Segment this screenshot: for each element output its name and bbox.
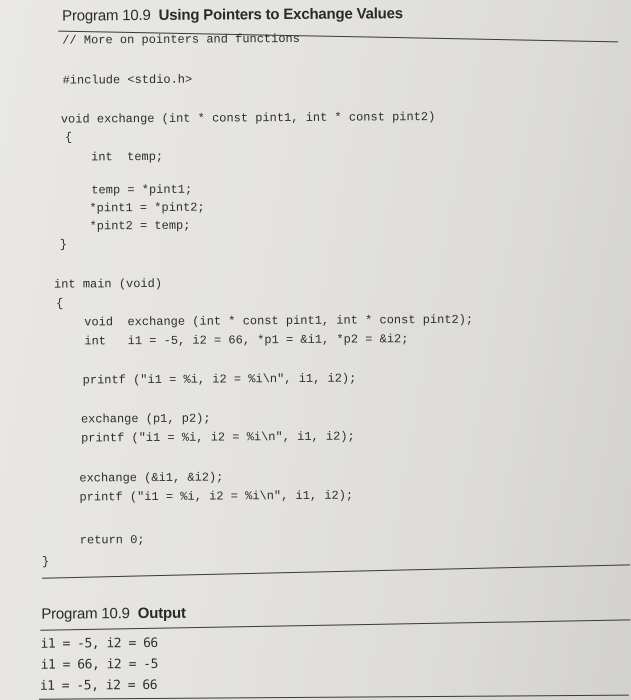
output-title: Output xyxy=(137,604,186,623)
code-open-brace-1: { xyxy=(64,130,73,145)
code-printf-1: printf ("i1 = %i, i2 = %i\n", i1, i2); xyxy=(82,371,357,388)
code-stmt-3: *pint2 = temp; xyxy=(89,218,191,234)
code-include: #include <stdio.h> xyxy=(62,72,193,88)
program-label: Program 10.9 xyxy=(62,6,151,25)
code-return: return 0; xyxy=(79,533,145,548)
output-line-3: i1 = -5, i2 = 66 xyxy=(39,677,158,694)
code-call-1: exchange (p1, p2); xyxy=(80,411,211,427)
program-heading: Program 10.9 Using Pointers to Exchange V… xyxy=(62,5,403,24)
code-printf-3: printf ("i1 = %i, i2 = %i\n", i1, i2); xyxy=(79,488,354,505)
code-call-2: exchange (&i1, &i2); xyxy=(79,470,224,486)
code-stmt-2: *pint1 = *pint2; xyxy=(89,200,205,216)
code-main-signature: int main (void) xyxy=(53,276,163,292)
program-title: Using Pointers to Exchange Values xyxy=(158,5,403,24)
code-prototype: void exchange (int * const pint1, int * … xyxy=(84,312,474,330)
code-printf-2: printf ("i1 = %i, i2 = %i\n", i1, i2); xyxy=(81,429,355,446)
code-close-brace-2: } xyxy=(41,554,50,569)
code-open-brace-2: { xyxy=(56,296,64,311)
code-func-signature: void exchange (int * const pint1, int * … xyxy=(60,109,436,127)
output-heading: Program 10.9 Output xyxy=(41,605,186,623)
code-declarations: int i1 = -5, i2 = 66, *p1 = &i1, *p2 = &… xyxy=(84,332,409,349)
code-decl-temp: int temp; xyxy=(91,149,164,165)
code-stmt-1: temp = *pint1; xyxy=(91,182,193,198)
code-end-rule xyxy=(42,564,630,579)
output-label: Program 10.9 xyxy=(41,605,130,623)
textbook-page: Program 10.9 Using Pointers to Exchange V… xyxy=(0,0,631,700)
code-comment: // More on pointers and functions xyxy=(62,31,300,48)
output-line-1: i1 = -5, i2 = 66 xyxy=(40,635,158,652)
output-line-2: i1 = 66, i2 = -5 xyxy=(40,656,158,673)
code-close-brace-1: } xyxy=(59,237,67,252)
